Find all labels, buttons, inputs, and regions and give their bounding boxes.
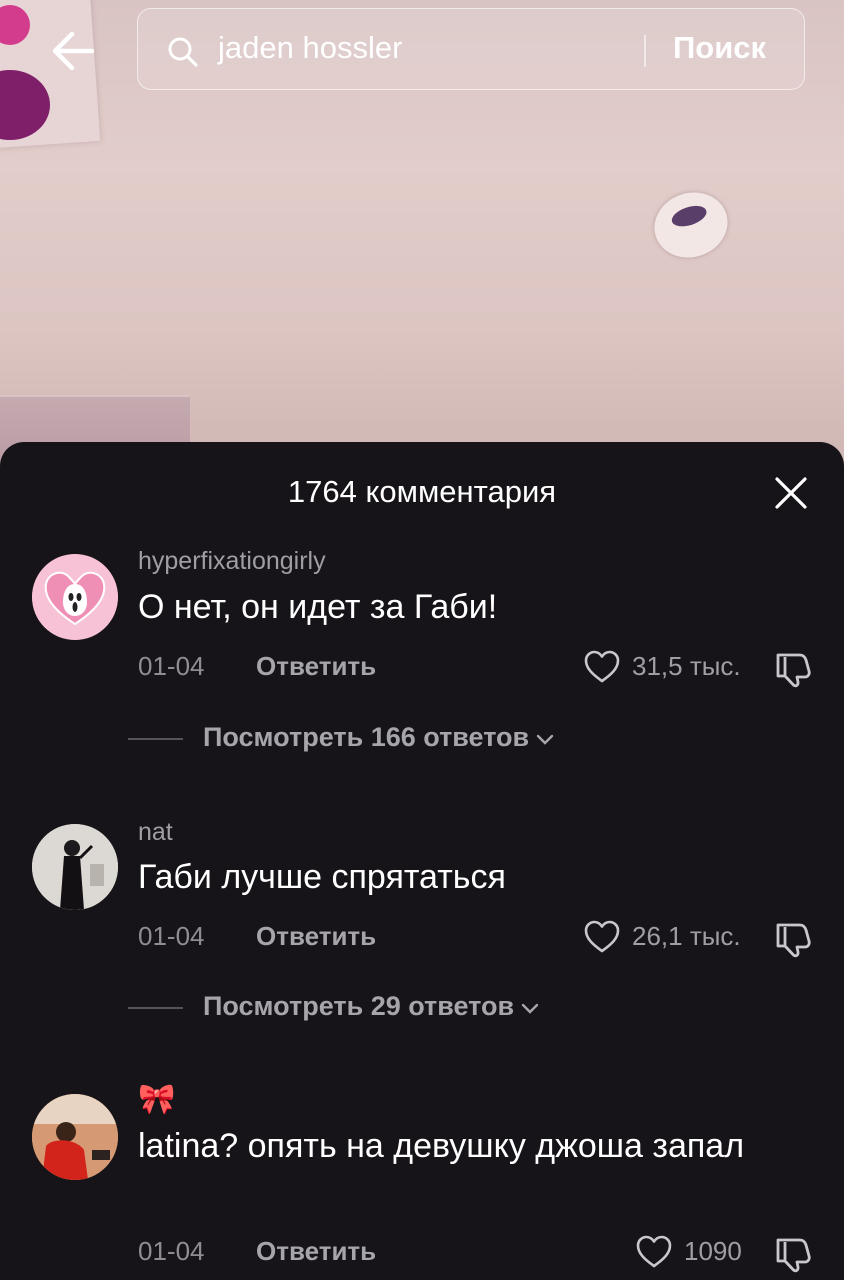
like-count: 31,5 тыс.	[632, 651, 741, 681]
heart-icon	[584, 650, 620, 683]
comment-date: 01-04	[138, 651, 205, 681]
heart-icon	[584, 920, 620, 953]
chevron-down-icon	[536, 734, 554, 745]
ceiling-light	[645, 183, 737, 267]
back-button[interactable]	[48, 26, 98, 76]
comment-username[interactable]: hyperfixationgirly	[138, 545, 326, 577]
comment-username[interactable]: nat	[138, 816, 173, 848]
dislike-button[interactable]	[772, 1232, 814, 1274]
user-photo	[32, 824, 118, 910]
heart-icon	[636, 1235, 672, 1268]
reply-button[interactable]: Ответить	[256, 649, 376, 683]
user-photo	[32, 1094, 118, 1180]
close-icon	[775, 477, 807, 509]
chevron-down-icon	[521, 1003, 539, 1014]
view-replies-label: Посмотреть 166 ответов	[203, 722, 530, 752]
comments-count-title: 1764 комментария	[287, 474, 557, 509]
comment-text: Габи лучше спрятаться	[138, 858, 506, 896]
search-input[interactable]: jaden hossler	[218, 27, 402, 69]
comment-text: latina? опять на девушку джоша запал	[138, 1127, 745, 1165]
dislike-button[interactable]	[772, 647, 814, 689]
comment-date: 01-04	[138, 921, 205, 951]
reply-button[interactable]: Ответить	[256, 919, 376, 953]
search-divider	[644, 35, 646, 67]
arrow-left-icon	[52, 31, 95, 71]
search-icon	[168, 37, 198, 67]
divider-line	[128, 1007, 183, 1009]
close-button[interactable]	[773, 475, 809, 511]
divider-line	[128, 738, 183, 740]
dislike-button[interactable]	[772, 917, 814, 959]
thumbs-down-icon	[776, 1238, 811, 1273]
comment-date: 01-04	[138, 1236, 205, 1266]
like-count: 1090	[684, 1236, 742, 1266]
view-replies-label: Посмотреть 29 ответов	[203, 991, 515, 1021]
avatar[interactable]	[32, 554, 118, 640]
comment-text: О нет, он идет за Габи!	[138, 588, 498, 626]
thumbs-down-icon	[776, 923, 811, 958]
avatar[interactable]	[32, 1094, 118, 1180]
search-bar[interactable]: jaden hossler Поиск	[137, 8, 805, 90]
comments-panel: 1764 комментария hyperfixationgirly О не…	[0, 442, 844, 1280]
thumbs-down-icon	[776, 653, 811, 688]
avatar[interactable]	[32, 824, 118, 910]
search-submit-button[interactable]: Поиск	[673, 27, 766, 69]
ghostface-heart-image	[32, 554, 118, 640]
like-count: 26,1 тыс.	[632, 921, 741, 951]
comment-username[interactable]: 🎀	[138, 1084, 175, 1116]
reply-button[interactable]: Ответить	[256, 1234, 376, 1268]
